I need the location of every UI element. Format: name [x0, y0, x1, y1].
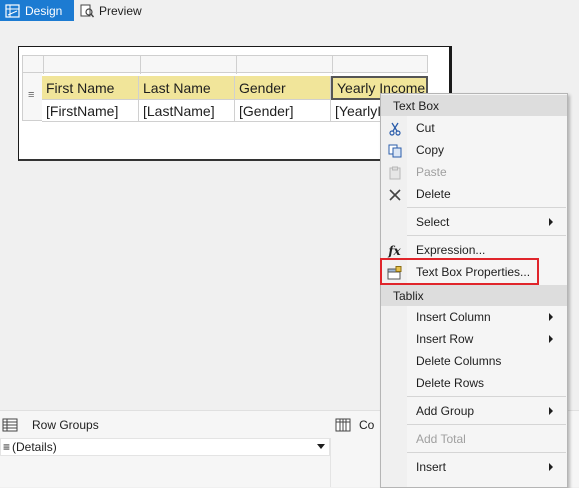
- view-tabs: Design Preview: [0, 0, 579, 22]
- preview-magnifier-icon: [80, 4, 94, 17]
- menu-item-add-total[interactable]: Add Total: [381, 428, 567, 450]
- row-group-label: (Details): [12, 440, 57, 454]
- row-groups-title: Row Groups: [32, 418, 99, 432]
- submenu-arrow-icon: [549, 313, 553, 321]
- menu-item-insert-row[interactable]: Insert Row: [381, 328, 567, 350]
- highlight-annotation-box: [380, 258, 539, 285]
- data-cell-gender[interactable]: [Gender]: [235, 100, 331, 122]
- menu-item-copy[interactable]: Copy: [381, 139, 567, 161]
- row-groups-icon: [2, 418, 18, 432]
- menu-item-select[interactable]: Select: [381, 211, 567, 233]
- tab-preview[interactable]: Preview: [78, 0, 158, 21]
- menu-item-insert[interactable]: Insert: [381, 456, 567, 478]
- submenu-arrow-icon: [549, 463, 553, 471]
- copy-icon: [387, 143, 402, 158]
- column-groups-header: Co: [335, 415, 374, 435]
- submenu-arrow-icon: [549, 218, 553, 226]
- design-ruler-icon: [5, 3, 20, 18]
- submenu-arrow-icon: [549, 335, 553, 343]
- row-groups-header: Row Groups: [0, 415, 99, 435]
- menu-section-text-box: Text Box: [381, 95, 567, 116]
- tab-design-label: Design: [25, 3, 63, 18]
- menu-item-insert-column[interactable]: Insert Column: [381, 306, 567, 328]
- function-fx-icon: fx: [388, 243, 401, 258]
- column-groups-title: Co: [359, 418, 375, 432]
- header-cell-first-name[interactable]: First Name: [42, 76, 139, 100]
- menu-item-delete[interactable]: Delete: [381, 183, 567, 205]
- paste-icon: [387, 165, 402, 180]
- menu-item-delete-rows[interactable]: Delete Rows: [381, 372, 567, 394]
- row-group-prefix: ≡: [3, 440, 11, 454]
- submenu-arrow-icon: [549, 407, 553, 415]
- menu-item-delete-columns[interactable]: Delete Columns: [381, 350, 567, 372]
- delete-x-icon: [387, 187, 402, 202]
- scissors-icon: [387, 121, 402, 136]
- column-groups-icon: [335, 418, 351, 432]
- context-menu: Text Box Cut Copy Paste Delete Select fx…: [380, 93, 568, 488]
- header-cell-last-name[interactable]: Last Name: [139, 76, 235, 100]
- data-cell-first-name[interactable]: [FirstName]: [42, 100, 139, 122]
- row-group-details[interactable]: ≡ (Details): [0, 438, 330, 456]
- data-cell-last-name[interactable]: [LastName]: [139, 100, 235, 122]
- row-handle-icon[interactable]: ≡: [28, 89, 34, 101]
- chevron-down-icon[interactable]: [317, 444, 325, 449]
- menu-item-add-group[interactable]: Add Group: [381, 400, 567, 422]
- tab-design[interactable]: Design: [0, 0, 74, 21]
- menu-item-paste[interactable]: Paste: [381, 161, 567, 183]
- menu-section-tablix: Tablix: [381, 285, 567, 306]
- header-cell-gender[interactable]: Gender: [235, 76, 331, 100]
- column-handle-strip[interactable]: [22, 55, 428, 74]
- menu-item-cut[interactable]: Cut: [381, 117, 567, 139]
- tab-preview-label: Preview: [99, 3, 142, 18]
